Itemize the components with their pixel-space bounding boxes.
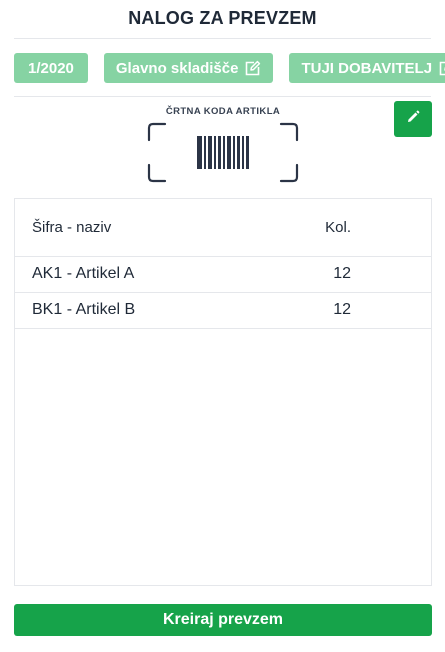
warehouse-chip[interactable]: Glavno skladišče: [103, 53, 274, 83]
order-info-chips: 1/2020 Glavno skladišče TUJI DOBAVITELJ: [14, 53, 445, 83]
document-number-chip[interactable]: 1/2020: [14, 53, 88, 83]
table-header: Šifra - naziv Kol.: [15, 199, 431, 257]
item-quantity: 12: [333, 301, 351, 318]
column-header-quantity: Kol.: [325, 219, 351, 236]
create-receipt-label: Kreiraj prevzem: [162, 611, 284, 628]
barcode-scanner[interactable]: ČRTNA KODA ARTIKLA: [147, 106, 299, 183]
supplier-chip[interactable]: TUJI DOBAVITELJ: [289, 53, 445, 83]
items-table: Šifra - naziv Kol. AK1 - Artikel A 12 BK…: [14, 198, 432, 586]
chips-divider: [14, 96, 431, 97]
item-quantity: 12: [333, 265, 351, 282]
page-title: NALOG ZA PREVZEM: [128, 8, 317, 28]
barcode-icon: [147, 122, 299, 183]
pencil-icon: [406, 110, 420, 129]
edit-icon: [438, 60, 445, 77]
item-name: AK1 - Artikel A: [32, 265, 135, 282]
edit-barcode-button[interactable]: [394, 101, 432, 137]
warehouse-label: Glavno skladišče: [115, 59, 239, 77]
edit-icon: [244, 60, 261, 77]
receipt-order-screen: NALOG ZA PREVZEM 1/2020 Glavno skladišče…: [0, 0, 445, 652]
column-header-code-name: Šifra - naziv: [32, 219, 112, 236]
create-receipt-button[interactable]: Kreiraj prevzem: [14, 604, 432, 636]
table-row[interactable]: AK1 - Artikel A 12: [15, 256, 431, 293]
table-row[interactable]: BK1 - Artikel B 12: [15, 292, 431, 329]
document-number-label: 1/2020: [28, 59, 74, 77]
item-name: BK1 - Artikel B: [32, 301, 136, 318]
barcode-scanner-label: ČRTNA KODA ARTIKLA: [165, 106, 281, 117]
supplier-label: TUJI DOBAVITELJ: [301, 59, 433, 77]
header-divider: [14, 38, 431, 39]
